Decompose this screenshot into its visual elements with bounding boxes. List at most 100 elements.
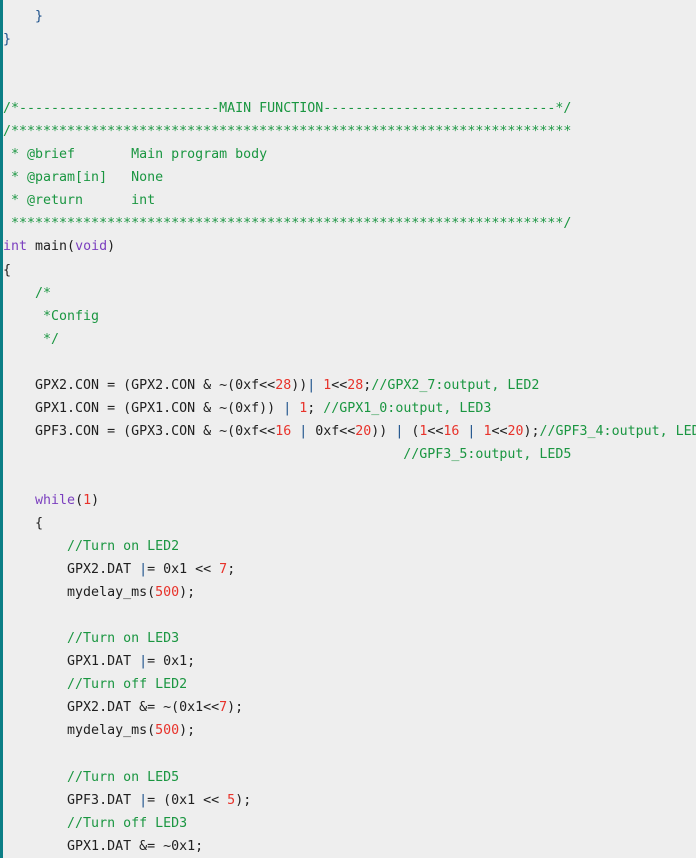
code-token: GPX1.DAT [3, 654, 140, 670]
code-line: { [3, 259, 696, 282]
code-token: ; [227, 562, 236, 578]
code-token: GPF3.CON = (GPX3.CON & ~(0xf<< [3, 423, 276, 439]
code-token: ); [227, 700, 244, 716]
code-token: 500 [155, 723, 180, 739]
code-token: GPX2.DAT [3, 562, 140, 578]
code-token: /* [3, 285, 52, 301]
code-token: ); [179, 585, 196, 601]
code-line: } [3, 5, 696, 28]
code-line: } [3, 28, 696, 51]
code-token: 28 [275, 377, 292, 393]
code-line: */ [3, 328, 696, 351]
code-line: while(1) [3, 489, 696, 512]
code-token: *Config [3, 308, 100, 324]
code-token: //Turn on LED5 [3, 769, 180, 785]
code-token: //GPF3_5:output, LED5 [403, 446, 572, 462]
code-token: int [3, 239, 28, 255]
code-line: GPX1.DAT &= ~0x1; [3, 835, 696, 858]
code-token: ); [235, 792, 252, 808]
code-line: GPX1.DAT |= 0x1; [3, 650, 696, 673]
code-line: { [3, 512, 696, 535]
code-token: ; [307, 400, 324, 416]
code-token: void [75, 239, 108, 255]
code-token: 7 [219, 700, 228, 716]
code-editor[interactable]: }} /*-------------------------MAIN FUNCT… [0, 0, 696, 858]
code-token: | [139, 792, 148, 808]
code-token: 28 [347, 377, 364, 393]
code-token: while [35, 492, 76, 508]
code-token: = (0x1 << [147, 792, 228, 808]
code-text-area[interactable]: }} /*-------------------------MAIN FUNCT… [3, 0, 696, 858]
code-token: GPX1.CON = (GPX1.CON & ~(0xf)) [3, 400, 284, 416]
code-line: * @brief Main program body [3, 143, 696, 166]
code-line: int main(void) [3, 235, 696, 258]
code-token: { [3, 516, 44, 532]
code-token: GPX2.DAT &= ~(0x1<< [3, 700, 220, 716]
code-token: { [3, 262, 12, 278]
code-line: /* [3, 282, 696, 305]
code-token: )) [371, 423, 396, 439]
code-token: //Turn on LED3 [3, 631, 180, 647]
code-token: 20 [355, 423, 372, 439]
code-token: GPX2.CON = (GPX2.CON & ~(0xf<< [3, 377, 276, 393]
code-token: = 0x1; [147, 654, 196, 670]
code-token: 7 [219, 562, 228, 578]
code-line: GPX2.DAT &= ~(0x1<<7); [3, 696, 696, 719]
code-token: 16 [275, 423, 292, 439]
code-token: //GPX2_7:output, LED2 [371, 377, 540, 393]
code-token: 0xf<< [307, 423, 356, 439]
code-token: 16 [443, 423, 460, 439]
code-token: mydelay_ms( [3, 585, 156, 601]
code-token: //GPF3_4:output, LED4 [539, 423, 696, 439]
code-token: * @brief Main program body [3, 147, 268, 163]
code-token: 500 [155, 585, 180, 601]
code-line: GPX2.DAT |= 0x1 << 7; [3, 558, 696, 581]
code-token: //Turn off LED2 [3, 677, 188, 693]
code-token: )) [291, 377, 308, 393]
code-token: 20 [507, 423, 524, 439]
code-token: ); [179, 723, 196, 739]
code-token: ) [91, 492, 100, 508]
code-line: ****************************************… [3, 212, 696, 235]
code-line: *Config [3, 305, 696, 328]
code-line: GPF3.CON = (GPX3.CON & ~(0xf<<16 | 0xf<<… [3, 420, 696, 443]
code-line: GPF3.DAT |= (0x1 << 5); [3, 789, 696, 812]
code-token: | [139, 562, 148, 578]
code-token: * @param[in] None [3, 170, 164, 186]
code-token: //GPX1_0:output, LED3 [323, 400, 492, 416]
code-line: //Turn on LED5 [3, 766, 696, 789]
code-token: ****************************************… [3, 216, 572, 232]
code-token: ) [107, 239, 116, 255]
code-token: GPF3.DAT [3, 792, 140, 808]
code-token: ); [523, 423, 540, 439]
code-line: GPX1.CON = (GPX1.CON & ~(0xf)) | 1; //GP… [3, 397, 696, 420]
code-token: mydelay_ms( [3, 723, 156, 739]
code-token: = 0x1 << [147, 562, 220, 578]
code-line: //Turn off LED2 [3, 673, 696, 696]
code-token: ( [75, 492, 84, 508]
code-token: //Turn on LED2 [3, 539, 180, 555]
code-line: GPX2.CON = (GPX2.CON & ~(0xf<<28))| 1<<2… [3, 374, 696, 397]
code-token: /*-------------------------MAIN FUNCTION… [3, 101, 572, 117]
code-line: //Turn on LED3 [3, 627, 696, 650]
code-token: GPX1.DAT &= ~0x1; [3, 838, 204, 854]
code-token: */ [3, 331, 60, 347]
code-token: } [3, 32, 12, 48]
code-line: * @param[in] None [3, 166, 696, 189]
code-token: | [139, 654, 148, 670]
code-token: ( [403, 423, 420, 439]
code-token: } [35, 9, 44, 24]
code-token: << [427, 423, 444, 439]
code-token: 1 [83, 492, 92, 508]
code-line: mydelay_ms(500); [3, 581, 696, 604]
code-line: /***************************************… [3, 120, 696, 143]
code-token: * @return int [3, 193, 156, 209]
code-line: //Turn on LED2 [3, 535, 696, 558]
